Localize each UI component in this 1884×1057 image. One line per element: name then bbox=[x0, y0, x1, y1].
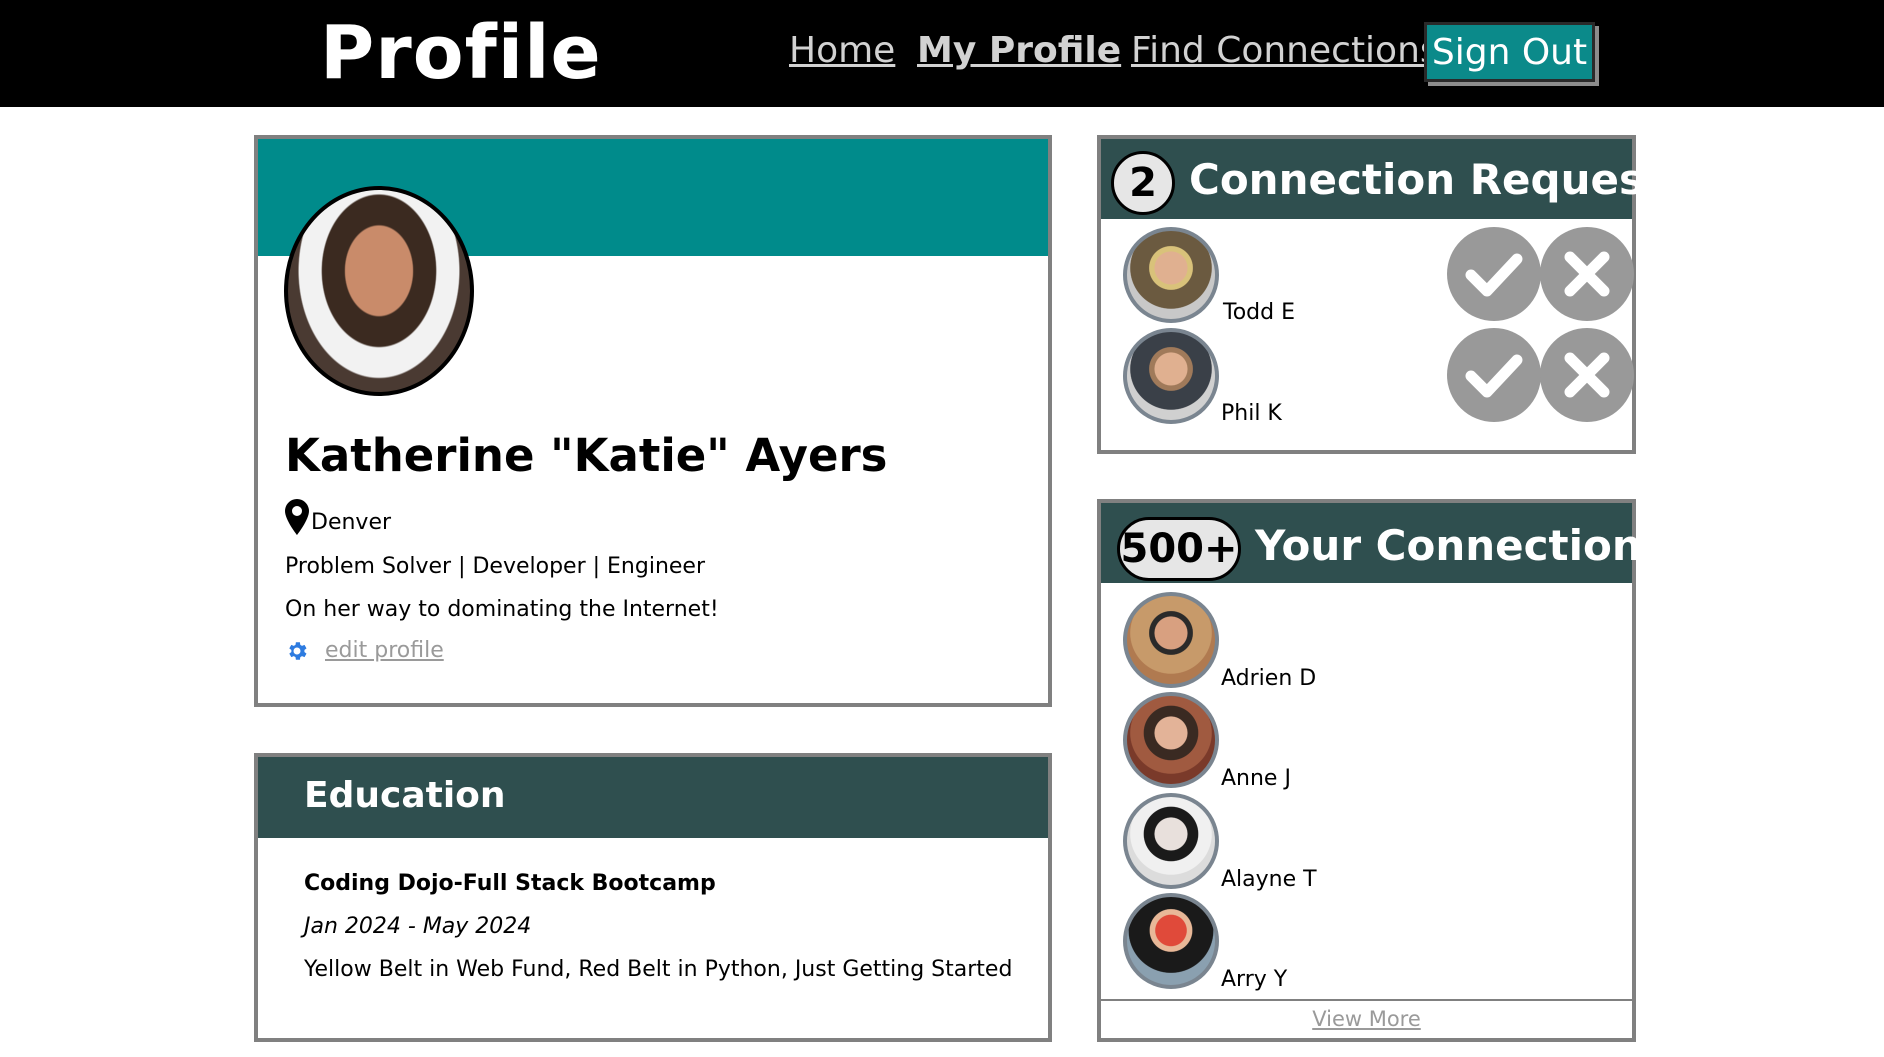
profile-card: Katherine "Katie" Ayers Denver Problem S… bbox=[254, 135, 1052, 707]
accept-request-button[interactable] bbox=[1447, 227, 1541, 321]
top-navigation-bar: Profile Home My Profile Find Connections… bbox=[0, 0, 1884, 107]
profile-tagline: Problem Solver | Developer | Engineer bbox=[285, 554, 705, 579]
your-connections-header: 500+ Your Connections bbox=[1101, 503, 1667, 583]
education-header: Education bbox=[258, 757, 1048, 838]
profile-name: Katherine "Katie" Ayers bbox=[285, 429, 888, 482]
request-count-badge: 2 bbox=[1111, 151, 1175, 215]
your-connections-title: Your Connections bbox=[1255, 521, 1667, 570]
location-text: Denver bbox=[311, 510, 392, 535]
gear-icon[interactable] bbox=[285, 639, 309, 663]
education-dates: Jan 2024 - May 2024 bbox=[304, 914, 532, 939]
connection-count-badge: 500+ bbox=[1117, 517, 1241, 581]
profile-location: Denver bbox=[285, 499, 391, 535]
education-description: Yellow Belt in Web Fund, Red Belt in Pyt… bbox=[304, 957, 1013, 982]
requester-name[interactable]: Todd E bbox=[1223, 300, 1295, 325]
sign-out-button[interactable]: Sign Out bbox=[1424, 22, 1595, 82]
connection-avatar[interactable] bbox=[1123, 893, 1219, 989]
decline-request-button[interactable] bbox=[1540, 328, 1634, 422]
profile-bio: On her way to dominating the Internet! bbox=[285, 597, 719, 622]
connection-requests-header: 2 Connection Requests bbox=[1101, 139, 1689, 219]
requester-name[interactable]: Phil K bbox=[1221, 401, 1282, 426]
site-title: Profile bbox=[320, 10, 602, 96]
nav-link-home[interactable]: Home bbox=[789, 30, 895, 71]
connection-avatar[interactable] bbox=[1123, 793, 1219, 889]
education-title: Education bbox=[304, 775, 506, 816]
education-school: Coding Dojo-Full Stack Bootcamp bbox=[304, 871, 716, 896]
edit-profile-link[interactable]: edit profile bbox=[325, 638, 444, 663]
your-connections-card: 500+ Your Connections Adrien D Anne J Al… bbox=[1097, 499, 1667, 1042]
check-icon bbox=[1465, 253, 1523, 297]
nav-link-my-profile[interactable]: My Profile bbox=[917, 30, 1121, 71]
connection-name[interactable]: Alayne T bbox=[1221, 867, 1317, 892]
connection-requests-card: 2 Connection Requests Todd E Phil K bbox=[1097, 135, 1689, 454]
connection-name[interactable]: Adrien D bbox=[1221, 666, 1316, 691]
connection-avatar[interactable] bbox=[1123, 692, 1219, 788]
profile-avatar bbox=[284, 186, 474, 396]
accept-request-button[interactable] bbox=[1447, 328, 1541, 422]
requester-avatar[interactable] bbox=[1123, 328, 1219, 424]
connection-name[interactable]: Anne J bbox=[1221, 766, 1291, 791]
connection-avatar[interactable] bbox=[1123, 592, 1219, 688]
decline-request-button[interactable] bbox=[1540, 227, 1634, 321]
map-pin-icon bbox=[285, 499, 309, 535]
view-more-link[interactable]: View More bbox=[1101, 1007, 1632, 1031]
requester-avatar[interactable] bbox=[1123, 227, 1219, 323]
connection-requests-title: Connection Requests bbox=[1189, 155, 1690, 204]
check-icon bbox=[1465, 354, 1523, 398]
close-icon bbox=[1564, 352, 1610, 398]
close-icon bbox=[1564, 251, 1610, 297]
edit-profile-row: edit profile bbox=[285, 638, 444, 663]
education-card: Education Coding Dojo-Full Stack Bootcam… bbox=[254, 753, 1052, 1042]
connection-name[interactable]: Arry Y bbox=[1221, 967, 1287, 992]
nav-link-find-connections[interactable]: Find Connections bbox=[1131, 30, 1439, 71]
